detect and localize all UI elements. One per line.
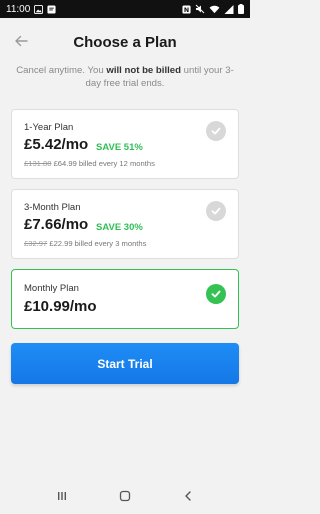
plan-price: £10.99/mo	[24, 298, 97, 315]
svg-text:N: N	[184, 6, 189, 13]
status-time: 11:00	[6, 3, 31, 15]
status-bar: 11:00 N	[0, 0, 250, 18]
plan-billed: £131.88 £64.99 billed every 12 months	[24, 159, 155, 168]
plan-card-monthly[interactable]: Monthly Plan £10.99/mo	[11, 269, 239, 329]
plan-price: £7.66/mo	[24, 216, 89, 233]
battery-icon	[238, 4, 244, 14]
page-title: Choose a Plan	[73, 33, 177, 51]
wifi-icon	[209, 5, 220, 14]
plan-name: 3-Month Plan	[24, 202, 81, 213]
back-arrow-icon[interactable]	[10, 30, 32, 52]
recent-apps-icon[interactable]	[50, 484, 74, 508]
message-icon	[47, 4, 56, 14]
back-icon[interactable]	[176, 484, 200, 508]
header: Choose a Plan	[0, 26, 250, 58]
plan-old-price: £32.97	[24, 239, 48, 248]
unchecked-icon	[206, 121, 226, 141]
plan-price: £5.42/mo	[24, 136, 89, 153]
save-badge: SAVE 30%	[96, 222, 143, 233]
mute-icon	[195, 4, 205, 14]
nfc-icon: N	[182, 4, 191, 14]
unchecked-icon	[206, 201, 226, 221]
plan-billed-text: £22.99 billed every 3 months	[47, 239, 147, 248]
plan-card-3-month[interactable]: 3-Month Plan £7.66/mo SAVE 30% £32.97 £2…	[11, 189, 239, 259]
subtitle: Cancel anytime. You will not be billed u…	[16, 64, 234, 90]
checkmark-icon	[206, 284, 226, 304]
home-icon[interactable]	[113, 484, 137, 508]
plan-name: Monthly Plan	[24, 283, 79, 294]
plan-billed: £32.97 £22.99 billed every 3 months	[24, 239, 146, 248]
plan-name: 1-Year Plan	[24, 122, 74, 133]
plan-billed-text: £64.99 billed every 12 months	[51, 159, 155, 168]
plan-old-price: £131.88	[24, 159, 52, 168]
subtitle-text-1: Cancel anytime. You	[16, 65, 107, 76]
system-nav-bar	[0, 478, 250, 514]
start-trial-button[interactable]: Start Trial	[11, 343, 239, 384]
subtitle-bold: will not be billed	[106, 65, 181, 76]
save-badge: SAVE 51%	[96, 142, 143, 153]
plan-card-1-year[interactable]: 1-Year Plan £5.42/mo SAVE 51% £131.88 £6…	[11, 109, 239, 179]
signal-icon	[224, 4, 234, 14]
photo-icon	[34, 4, 44, 14]
